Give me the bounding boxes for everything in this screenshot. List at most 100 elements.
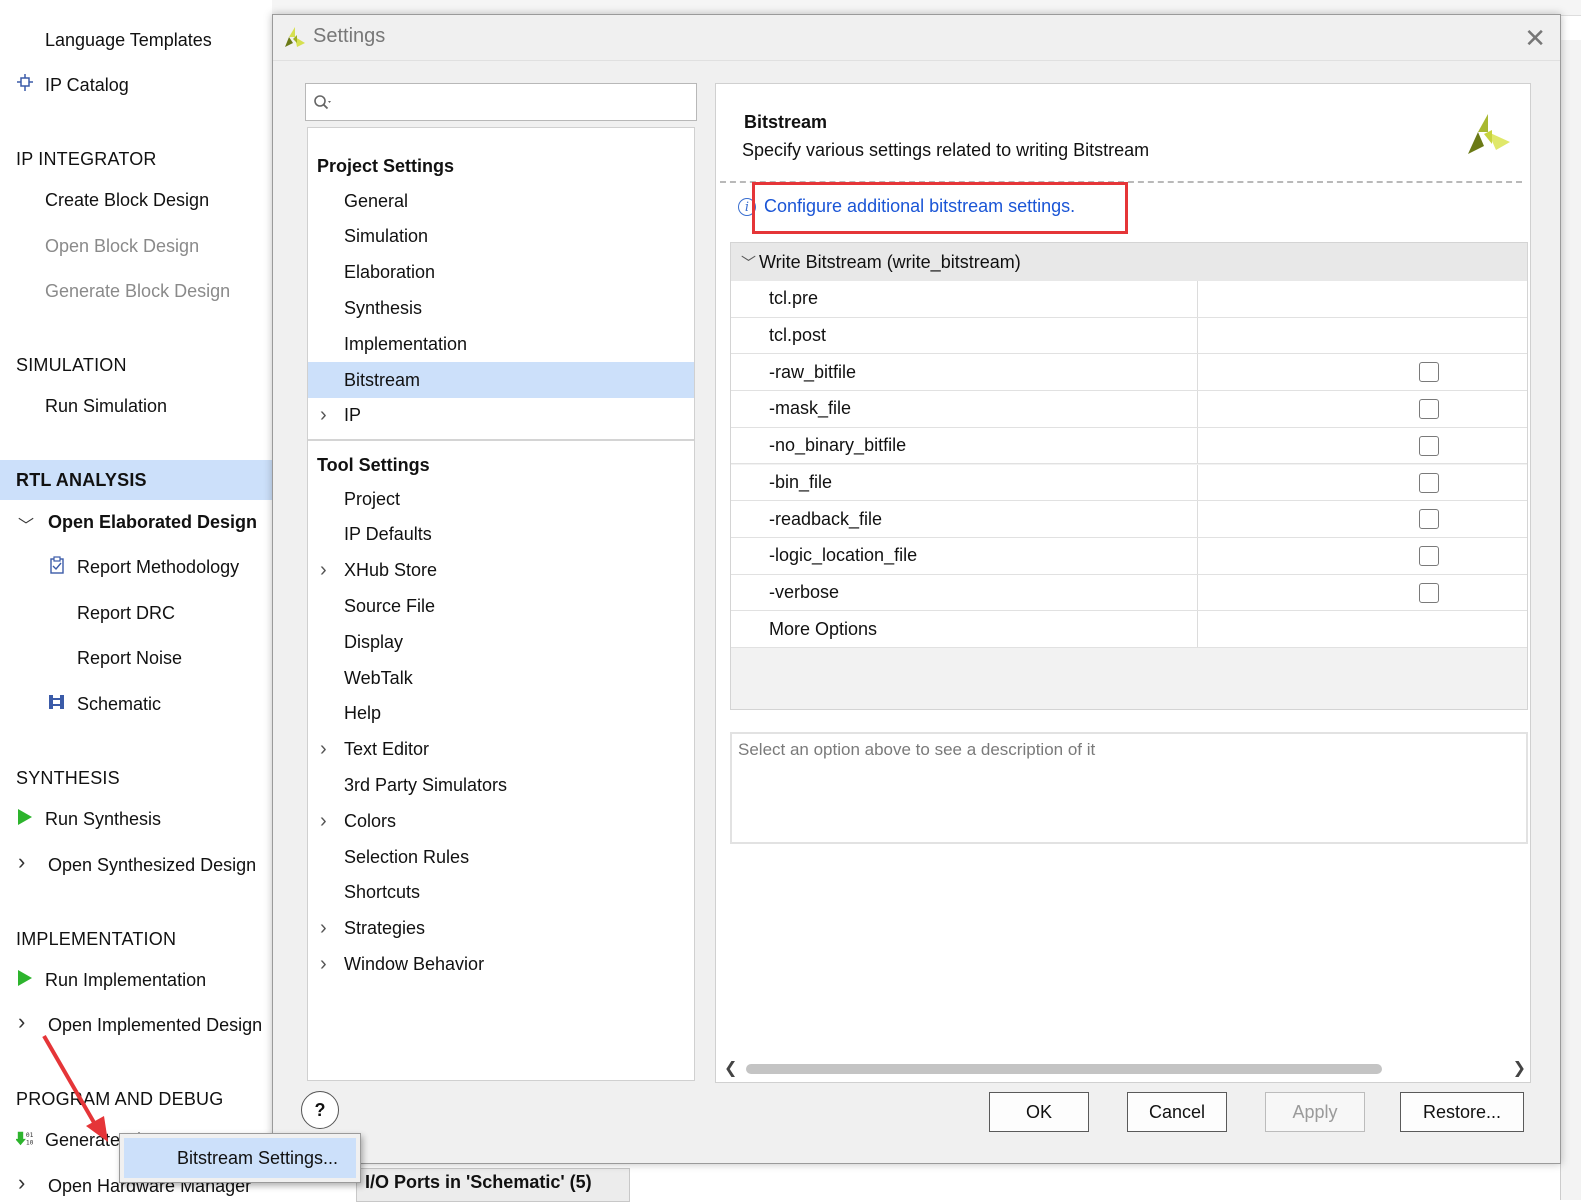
chevron-right-icon[interactable]: › <box>18 1009 25 1035</box>
tree-item-xhub-store[interactable]: › XHub Store <box>308 553 694 589</box>
option-checkbox[interactable] <box>1419 582 1439 603</box>
tree-item-strategies[interactable]: › Strategies <box>308 911 694 947</box>
option-value-cell[interactable] <box>1197 464 1527 501</box>
chevron-right-icon[interactable]: › <box>320 917 327 940</box>
nav-item-label: Run Synthesis <box>45 808 162 829</box>
nav-item-report-methodology[interactable]: Report Methodology <box>0 547 272 587</box>
option-value-cell[interactable] <box>1197 574 1527 611</box>
tree-item-3rd-party-simulators[interactable]: 3rd Party Simulators <box>308 767 694 803</box>
option-row-tcl-pre[interactable]: tcl.pre <box>731 281 1527 318</box>
horizontal-scrollbar[interactable]: ❮ ❯ <box>720 1058 1526 1078</box>
option-checkbox[interactable] <box>1419 472 1439 493</box>
option-name: tcl.pre <box>769 288 819 309</box>
chevron-right-icon[interactable]: › <box>320 953 327 976</box>
scroll-left-icon[interactable]: ❮ <box>724 1058 737 1078</box>
tree-item-simulation[interactable]: Simulation <box>308 219 694 255</box>
option-name: -logic_location_file <box>769 545 918 566</box>
option-row-mask-file[interactable]: -mask_file <box>731 391 1527 428</box>
option-row-raw-bitfile[interactable]: -raw_bitfile <box>731 354 1527 392</box>
tree-item-ip-defaults[interactable]: IP Defaults <box>308 517 694 553</box>
nav-item-run-synthesis[interactable]: Run Synthesis <box>0 799 272 839</box>
write-bitstream-group[interactable]: ﹀ Write Bitstream (write_bitstream) <box>731 243 1527 281</box>
background-right-panel <box>1560 40 1581 1200</box>
restore-button[interactable]: Restore... <box>1400 1092 1524 1132</box>
tree-item-colors[interactable]: › Colors <box>308 803 694 839</box>
nav-item-open-synthesized-design[interactable]: › Open Synthesized Design <box>0 845 272 885</box>
chevron-right-icon[interactable]: › <box>320 404 327 427</box>
nav-item-open-block-design[interactable]: Open Block Design <box>0 226 272 266</box>
chevron-right-icon[interactable]: › <box>18 1170 25 1196</box>
chevron-down-icon[interactable]: ﹀ <box>741 252 756 273</box>
tree-item-selection-rules[interactable]: Selection Rules <box>308 839 694 875</box>
scroll-right-icon[interactable]: ❯ <box>1513 1058 1526 1078</box>
nav-item-run-implementation[interactable]: Run Implementation <box>0 960 272 1000</box>
option-value-cell[interactable] <box>1197 501 1527 537</box>
tree-item-shortcuts[interactable]: Shortcuts <box>308 875 694 911</box>
chevron-right-icon[interactable]: › <box>320 559 327 582</box>
option-name: More Options <box>769 618 878 639</box>
settings-search-input[interactable] <box>305 83 697 121</box>
tree-item-implementation[interactable]: Implementation <box>308 326 694 362</box>
help-button[interactable]: ? <box>301 1091 339 1129</box>
tree-item-synthesis[interactable]: Synthesis <box>308 290 694 326</box>
nav-item-open-elaborated-design[interactable]: ﹀ Open Elaborated Design <box>0 502 272 542</box>
tree-item-label: Selection Rules <box>344 846 470 867</box>
tree-item-project[interactable]: Project <box>308 481 694 517</box>
tree-item-label: Colors <box>344 810 397 831</box>
option-row-logic-location-file[interactable]: -logic_location_file <box>731 537 1527 575</box>
tree-item-text-editor[interactable]: › Text Editor <box>308 732 694 768</box>
ok-button[interactable]: OK <box>989 1092 1089 1132</box>
option-checkbox[interactable] <box>1419 435 1439 456</box>
nav-item-label: Create Block Design <box>45 189 210 210</box>
option-text-field[interactable] <box>1197 611 1527 647</box>
apply-button[interactable]: Apply <box>1265 1092 1365 1132</box>
chevron-right-icon[interactable]: › <box>320 810 327 833</box>
nav-item-report-drc[interactable]: Report DRC <box>0 593 272 633</box>
nav-item-language-templates[interactable]: Language Templates <box>0 20 272 60</box>
option-value-cell[interactable] <box>1197 391 1527 427</box>
nav-item-open-implemented-design[interactable]: › Open Implemented Design <box>0 1005 272 1045</box>
chevron-right-icon[interactable]: › <box>18 849 25 875</box>
nav-item-schematic[interactable]: Schematic <box>0 684 272 724</box>
tree-item-display[interactable]: Display <box>308 624 694 660</box>
option-row-readback-file[interactable]: -readback_file <box>731 501 1527 538</box>
tree-item-bitstream[interactable]: Bitstream <box>308 362 694 398</box>
tree-item-webtalk[interactable]: WebTalk <box>308 660 694 696</box>
tree-item-elaboration[interactable]: Elaboration <box>308 255 694 291</box>
option-value-cell[interactable] <box>1197 537 1527 574</box>
chevron-right-icon[interactable]: › <box>320 738 327 761</box>
option-value-cell[interactable] <box>1197 354 1527 391</box>
dialog-titlebar[interactable]: Settings ✕ <box>273 15 1560 61</box>
nav-item-report-noise[interactable]: Report Noise <box>0 638 272 678</box>
tree-item-help[interactable]: Help <box>308 696 694 732</box>
tree-item-label: Window Behavior <box>344 953 485 974</box>
close-icon[interactable]: ✕ <box>1524 23 1546 54</box>
tree-item-source-file[interactable]: Source File <box>308 588 694 624</box>
nav-item-run-simulation[interactable]: Run Simulation <box>0 386 272 426</box>
nav-item-generate-block-design[interactable]: Generate Block Design <box>0 271 272 311</box>
option-value-cell[interactable] <box>1197 427 1527 464</box>
option-row-verbose[interactable]: -verbose <box>731 574 1527 612</box>
option-text-field[interactable] <box>1197 281 1527 317</box>
cancel-button[interactable]: Cancel <box>1127 1092 1227 1132</box>
option-row-no-binary-bitfile[interactable]: -no_binary_bitfile <box>731 427 1527 465</box>
bitstream-settings-menu-item[interactable]: Bitstream Settings... <box>124 1138 356 1178</box>
tree-item-ip[interactable]: › IP <box>308 398 694 434</box>
option-checkbox[interactable] <box>1419 509 1439 530</box>
background-bottom-tab[interactable]: I/O Ports in 'Schematic' (5) <box>356 1168 630 1202</box>
nav-item-label: Language Templates <box>45 29 212 50</box>
nav-item-ip-catalog[interactable]: IP Catalog <box>0 65 272 105</box>
option-row-more-options[interactable]: More Options <box>731 611 1527 648</box>
option-row-bin-file[interactable]: -bin_file <box>731 464 1527 502</box>
chevron-down-icon[interactable]: ﹀ <box>18 512 34 536</box>
scrollbar-thumb[interactable] <box>746 1064 1382 1074</box>
option-text-field[interactable] <box>1197 317 1527 354</box>
option-row-tcl-post[interactable]: tcl.post <box>731 317 1527 355</box>
option-checkbox[interactable] <box>1419 399 1439 420</box>
option-checkbox[interactable] <box>1419 545 1439 566</box>
tree-item-label: Shortcuts <box>344 882 421 903</box>
tree-item-window-behavior[interactable]: › Window Behavior <box>308 946 694 982</box>
nav-item-create-block-design[interactable]: Create Block Design <box>0 180 272 220</box>
tree-item-general[interactable]: General <box>308 183 694 219</box>
option-checkbox[interactable] <box>1419 362 1439 383</box>
